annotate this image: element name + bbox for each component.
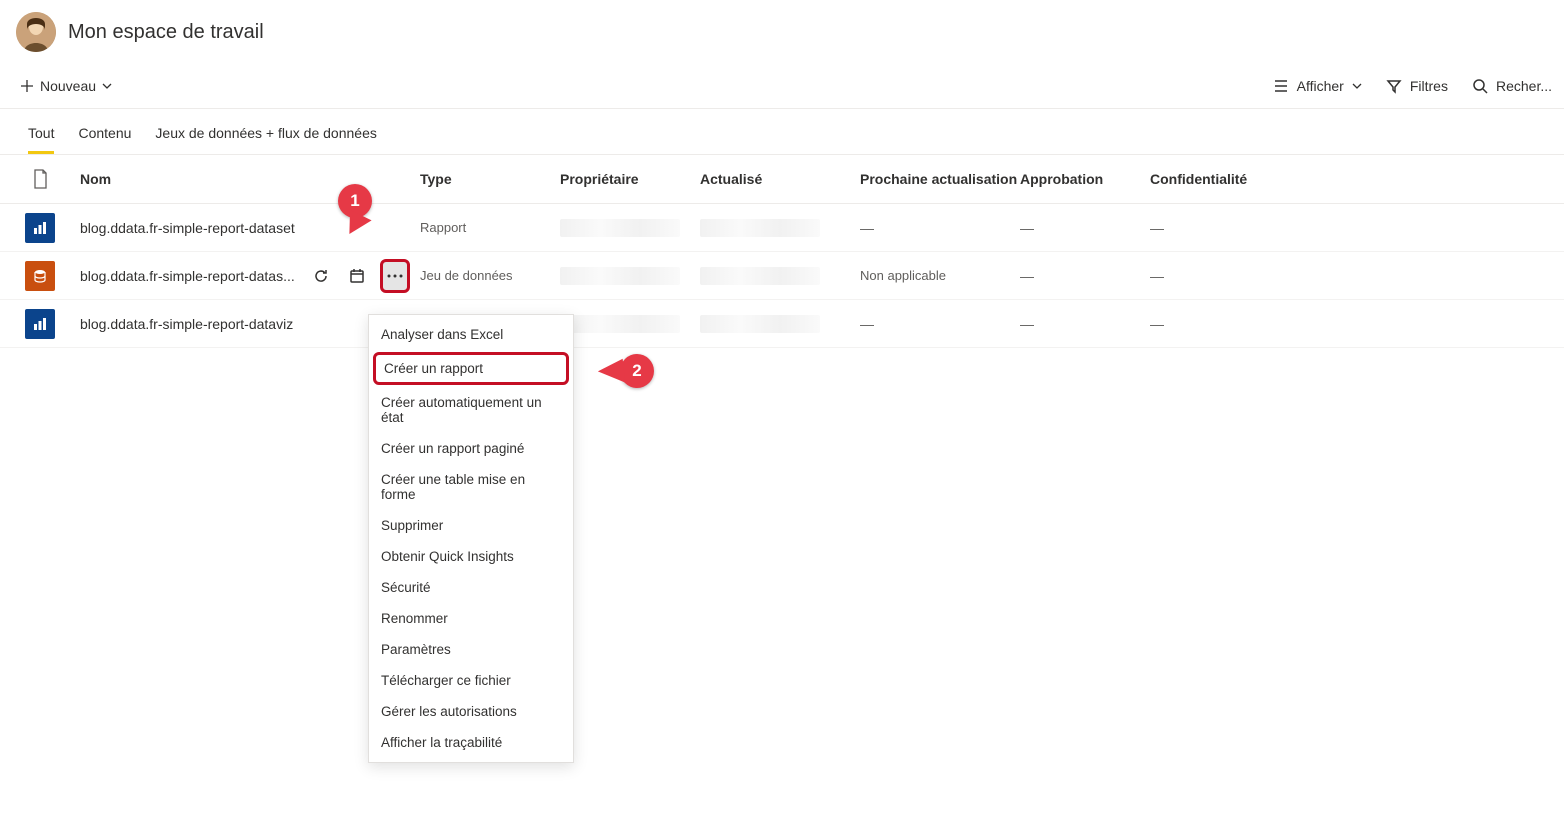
search-button[interactable]: Recher... [1472, 78, 1552, 94]
filter-icon [1386, 78, 1402, 94]
menu-security[interactable]: Sécurité [369, 572, 573, 603]
schedule-refresh-button[interactable] [344, 263, 370, 289]
next-refresh-value: — [860, 220, 1020, 236]
sensitivity-value: — [1150, 316, 1310, 332]
menu-analyze-excel[interactable]: Analyser dans Excel [369, 319, 573, 350]
item-type: Rapport [420, 220, 560, 235]
filters-button[interactable]: Filtres [1386, 78, 1448, 94]
owner-redacted [560, 267, 680, 285]
column-refreshed[interactable]: Actualisé [700, 171, 860, 187]
dataset-icon [25, 261, 55, 291]
plus-icon [20, 79, 34, 93]
column-owner[interactable]: Propriétaire [560, 171, 700, 187]
refresh-button[interactable] [308, 263, 334, 289]
report-icon [25, 309, 55, 339]
menu-auto-create[interactable]: Créer automatiquement un état [369, 387, 573, 433]
workspace-header: Mon espace de travail [0, 0, 1564, 64]
menu-settings[interactable]: Paramètres [369, 634, 573, 665]
more-options-button[interactable] [380, 259, 410, 293]
column-type-icon[interactable] [0, 169, 80, 189]
menu-permissions[interactable]: Gérer les autorisations [369, 696, 573, 727]
owner-redacted [560, 219, 680, 237]
schedule-icon [349, 268, 365, 284]
sensitivity-value: — [1150, 268, 1310, 284]
menu-create-report[interactable]: Créer un rapport [373, 352, 569, 385]
item-type: Jeu de données [420, 268, 560, 283]
column-type[interactable]: Type [420, 171, 560, 187]
view-label: Afficher [1297, 78, 1344, 94]
next-refresh-value: — [860, 316, 1020, 332]
ellipsis-icon [387, 274, 403, 278]
refreshed-redacted [700, 267, 820, 285]
avatar [16, 12, 56, 52]
menu-rename[interactable]: Renommer [369, 603, 573, 634]
menu-download[interactable]: Télécharger ce fichier [369, 665, 573, 696]
search-icon [1472, 78, 1488, 94]
item-name: blog.ddata.fr-simple-report-dataviz [80, 316, 293, 332]
item-name: blog.ddata.fr-simple-report-datas... [80, 268, 295, 284]
refresh-icon [313, 268, 329, 284]
menu-delete[interactable]: Supprimer [369, 510, 573, 541]
table-header-row: Nom Type Propriétaire Actualisé Prochain… [0, 155, 1564, 204]
search-label: Recher... [1496, 78, 1552, 94]
column-sensitivity[interactable]: Confidentialité [1150, 171, 1310, 187]
table-row[interactable]: blog.ddata.fr-simple-report-dataset Rapp… [0, 204, 1564, 252]
document-icon [32, 169, 48, 189]
toolbar: Nouveau Afficher Filtres Recher... [0, 64, 1564, 109]
next-refresh-value: Non applicable [860, 268, 1020, 283]
menu-paginated-report[interactable]: Créer un rapport paginé [369, 433, 573, 464]
owner-redacted [560, 315, 680, 333]
workspace-title: Mon espace de travail [68, 21, 264, 44]
column-name[interactable]: Nom [80, 171, 420, 187]
sensitivity-value: — [1150, 220, 1310, 236]
menu-formatted-table[interactable]: Créer une table mise en forme [369, 464, 573, 510]
new-button[interactable]: Nouveau [12, 72, 120, 100]
chevron-down-icon [1352, 81, 1362, 91]
refreshed-redacted [700, 315, 820, 333]
filters-label: Filtres [1410, 78, 1448, 94]
view-button[interactable]: Afficher [1273, 78, 1362, 94]
list-icon [1273, 78, 1289, 94]
tab-content[interactable]: Contenu [78, 121, 131, 154]
content-table: Nom Type Propriétaire Actualisé Prochain… [0, 155, 1564, 348]
endorsement-value: — [1020, 316, 1150, 332]
new-button-label: Nouveau [40, 78, 96, 94]
tab-all[interactable]: Tout [28, 121, 54, 154]
column-endorsement[interactable]: Approbation [1020, 171, 1150, 187]
table-row[interactable]: blog.ddata.fr-simple-report-datas... Jeu… [0, 252, 1564, 300]
context-menu: Analyser dans Excel Créer un rapport Cré… [368, 314, 574, 763]
endorsement-value: — [1020, 220, 1150, 236]
endorsement-value: — [1020, 268, 1150, 284]
refreshed-redacted [700, 219, 820, 237]
report-icon [25, 213, 55, 243]
tabs: Tout Contenu Jeux de données + flux de d… [0, 109, 1564, 155]
annotation-callout-1: 1 [338, 184, 372, 218]
menu-quick-insights[interactable]: Obtenir Quick Insights [369, 541, 573, 572]
item-name: blog.ddata.fr-simple-report-dataset [80, 220, 295, 236]
menu-lineage[interactable]: Afficher la traçabilité [369, 727, 573, 758]
annotation-callout-2: 2 [620, 354, 654, 388]
chevron-down-icon [102, 81, 112, 91]
column-next-refresh[interactable]: Prochaine actualisation [860, 171, 1020, 187]
tab-datasets[interactable]: Jeux de données + flux de données [155, 121, 376, 154]
table-row[interactable]: blog.ddata.fr-simple-report-dataviz — — … [0, 300, 1564, 348]
